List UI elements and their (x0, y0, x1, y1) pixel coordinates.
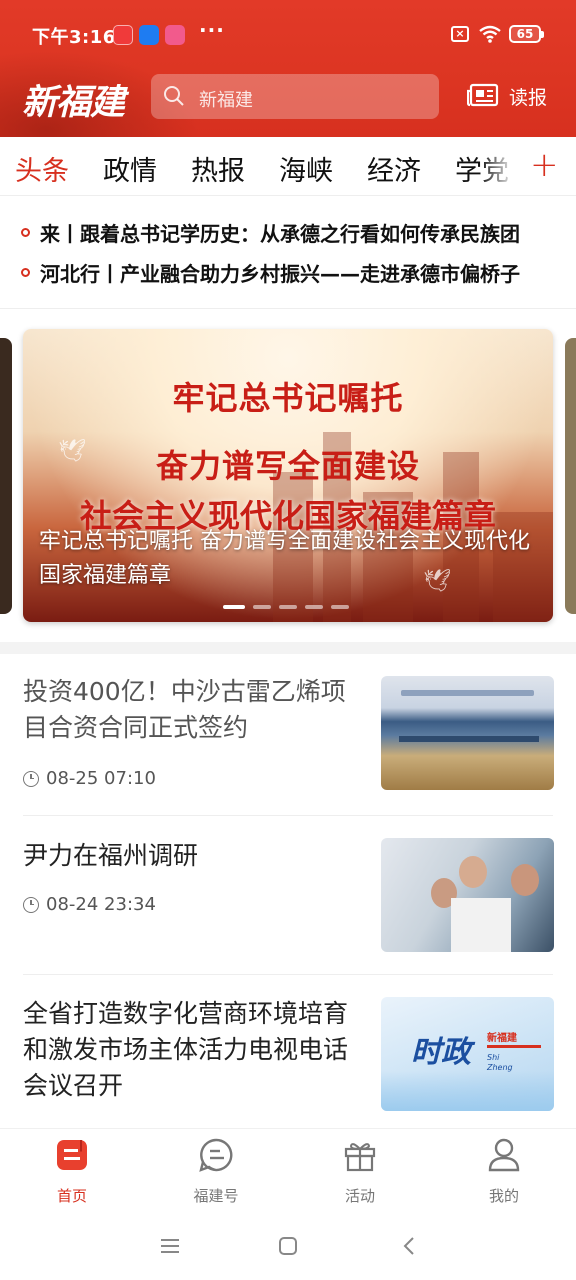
fujian-account-icon (199, 1138, 233, 1172)
status-bar: 下午3:16 ··· × 65 (0, 0, 576, 70)
menu-icon[interactable] (155, 1232, 185, 1260)
news-date: 08-25 (46, 768, 99, 789)
tabs-divider (0, 195, 576, 196)
news-date: 08-24 (46, 894, 99, 915)
carousel-dot[interactable] (253, 605, 271, 609)
news-thumbnail (381, 838, 554, 952)
search-input[interactable]: 新福建 (151, 74, 439, 119)
add-tab-button[interactable]: + (530, 145, 559, 185)
xiaohongshu-icon (113, 25, 133, 45)
back-icon[interactable] (395, 1232, 425, 1260)
news-thumbnail (381, 676, 554, 790)
newspaper-icon (467, 83, 499, 107)
nav-activity[interactable]: 活动 (310, 1137, 410, 1209)
nav-profile[interactable]: 我的 (454, 1137, 554, 1209)
search-placeholder: 新福建 (199, 90, 253, 111)
carousel-caption: 牢记总书记嘱托 奋力谱写全面建设社会主义现代化国家福建篇章 (39, 529, 530, 588)
carousel-dot[interactable] (305, 605, 323, 609)
zhihu-icon (139, 25, 159, 45)
bottom-navigation: 首页 福建号 活动 我的 (0, 1128, 576, 1210)
nav-home[interactable]: 首页 (22, 1137, 122, 1209)
thumb-subtitle: Shi Zheng (487, 1053, 513, 1072)
carousel-pagination (223, 605, 349, 611)
headline-ticker: 来丨跟着总书记学历史：从承德之行看如何传承民族团 河北行丨产业融合助力乡村振兴—… (0, 205, 576, 305)
news-item[interactable]: 投资400亿！中沙古雷乙烯项目合资合同正式签约 08-25 07:10 (0, 654, 576, 814)
tab-strait[interactable]: 海峡 (279, 149, 333, 188)
clock-icon (23, 770, 39, 787)
nav-label: 首页 (56, 1187, 87, 1205)
tab-headlines[interactable]: 头条 (15, 149, 69, 188)
news-title: 尹力在福州调研 (23, 841, 199, 870)
news-thumbnail: 时政 新福建 Shi Zheng (381, 997, 554, 1111)
search-icon (164, 86, 184, 106)
ticker-text: 来丨跟着总书记学历史：从承德之行看如何传承民族团 (40, 222, 520, 246)
news-meta: 08-25 07:10 (23, 768, 156, 789)
ticker-text: 河北行丨产业融合助力乡村振兴——走进承德市偏桥子 (40, 262, 520, 286)
news-item[interactable]: 全省打造数字化营商环境培育和激发市场主体活力电视电话会议召开 时政 新福建 Sh… (0, 975, 576, 1127)
read-newspaper-button[interactable]: 读报 (467, 80, 547, 112)
status-time: 下午3:16 (32, 27, 116, 48)
thumb-logo: 新福建 (487, 1033, 517, 1044)
feature-carousel[interactable]: 🕊 🕊 牢记总书记嘱托 奋力谱写全面建设 社会主义现代化国家福建篇章 牢记总书记… (23, 329, 553, 622)
carousel-headline-line1: 牢记总书记嘱托 (172, 379, 404, 417)
carousel-prev-peek[interactable] (0, 338, 12, 614)
news-time: 07:10 (104, 768, 156, 789)
news-title: 投资400亿！中沙古雷乙烯项目合资合同正式签约 (23, 677, 346, 742)
tab-politics[interactable]: 政情 (103, 149, 157, 188)
bilibili-icon (165, 25, 185, 45)
carousel-headline-line2: 奋力谱写全面建设 (155, 447, 420, 485)
sim-off-icon: × (451, 26, 469, 42)
system-navigation-bar (0, 1210, 576, 1280)
tab-economy[interactable]: 经济 (367, 149, 421, 188)
battery-icon: 65 (509, 25, 544, 43)
section-separator (0, 642, 576, 654)
ticker-item[interactable]: 来丨跟着总书记学历史：从承德之行看如何传承民族团 (0, 213, 576, 249)
home-icon (57, 1140, 87, 1170)
thumb-label: 时政 (411, 1035, 471, 1070)
news-title: 全省打造数字化营商环境培育和激发市场主体活力电视电话会议召开 (23, 999, 349, 1100)
carousel-next-peek[interactable] (565, 338, 576, 614)
app-logo[interactable]: 新福建 (22, 74, 125, 125)
section-divider (0, 308, 576, 309)
tab-hot[interactable]: 热报 (191, 149, 245, 188)
profile-icon (488, 1138, 520, 1172)
more-notifications-icon: ··· (199, 18, 225, 42)
ticker-item[interactable]: 河北行丨产业融合助力乡村振兴——走进承德市偏桥子 (0, 253, 576, 289)
bullet-icon (21, 268, 30, 277)
bullet-icon (21, 228, 30, 237)
tabs-fade (480, 137, 524, 195)
clock-icon (23, 896, 39, 913)
carousel-dot-active[interactable] (223, 605, 245, 609)
category-tabs: 头条 政情 热报 海峡 经济 学党 + (0, 137, 576, 195)
nav-label: 活动 (344, 1187, 375, 1205)
wifi-icon (479, 25, 501, 43)
app-header: 下午3:16 ··· × 65 新福建 新福建 读报 (0, 0, 576, 137)
nav-fujian-account[interactable]: 福建号 (166, 1137, 266, 1209)
newspaper-label: 读报 (509, 86, 548, 109)
news-meta: 08-24 23:34 (23, 894, 156, 915)
nav-label: 福建号 (193, 1187, 239, 1205)
carousel-dot[interactable] (279, 605, 297, 609)
home-square-icon[interactable] (273, 1232, 303, 1260)
news-item[interactable]: 尹力在福州调研 08-24 23:34 (0, 816, 576, 974)
news-time: 23:34 (104, 894, 156, 915)
nav-label: 我的 (488, 1187, 519, 1205)
carousel-dot[interactable] (331, 605, 349, 609)
gift-icon (344, 1143, 376, 1172)
